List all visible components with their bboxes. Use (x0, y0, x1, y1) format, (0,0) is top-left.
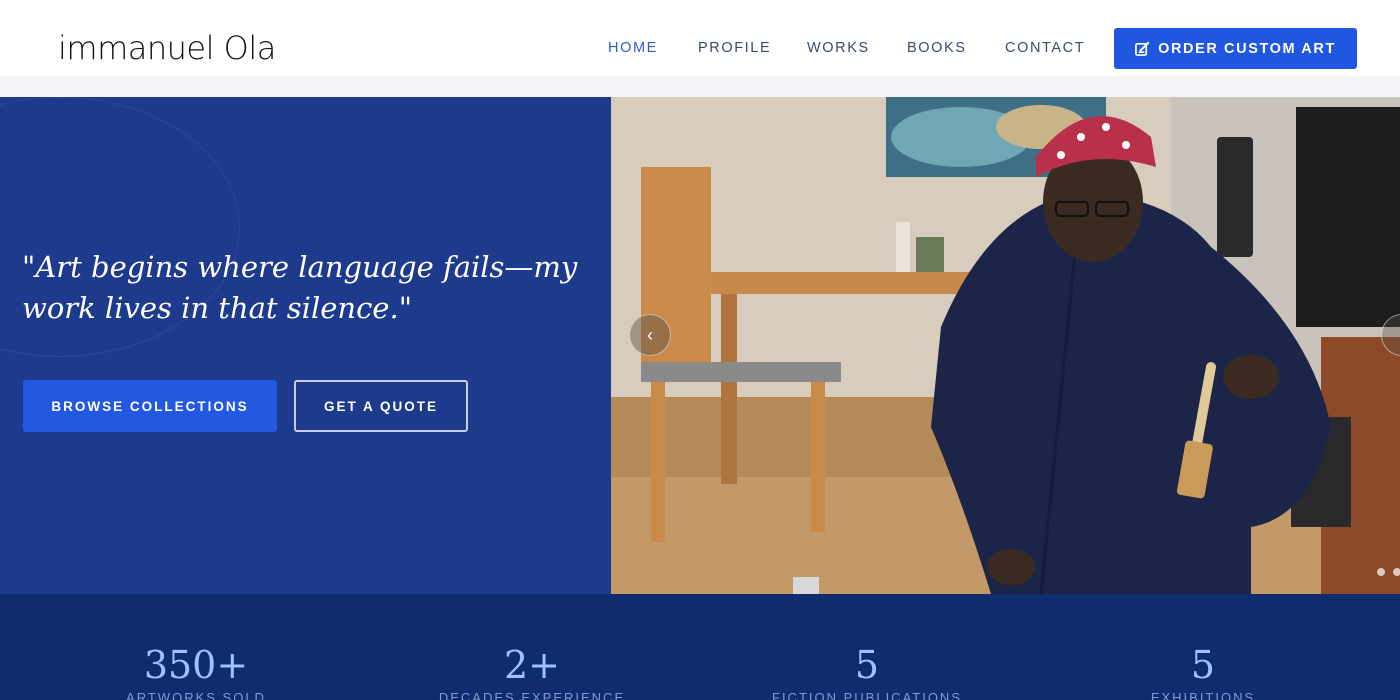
stat-experience: 2+ DECADES EXPERIENCE (382, 642, 682, 700)
hero-panel: "Art begins where language fails—my work… (0, 97, 611, 594)
nav-books[interactable]: BOOKS (907, 36, 967, 60)
stat-artworks: 350+ ARTWORKS SOLD (46, 642, 346, 700)
nav-works[interactable]: WORKS (807, 36, 870, 60)
nav-contact[interactable]: CONTACT (1005, 36, 1085, 60)
stat-publications: 5 FICTION PUBLICATIONS (717, 642, 1017, 700)
stat-value: 350+ (143, 643, 249, 687)
stat-value: 5 (854, 643, 880, 687)
browse-collections-button[interactable]: BROWSE COLLECTIONS (23, 380, 277, 432)
carousel-prev-button[interactable]: ‹ (629, 314, 671, 356)
stat-label: DECADES EXPERIENCE (438, 690, 626, 700)
carousel-dots (1377, 568, 1400, 576)
get-quote-button[interactable]: GET A QUOTE (294, 380, 468, 432)
header-divider (0, 76, 1400, 97)
stat-label: EXHIBITIONS (1150, 690, 1256, 700)
stat-value: 5 (1190, 643, 1216, 687)
hero-quote: "Art begins where language fails—my work… (22, 250, 578, 325)
pen-square-icon (1135, 41, 1150, 56)
nav-home[interactable]: HOME (608, 36, 658, 60)
stats-bar: 350+ ARTWORKS SOLD 2+ DECADES EXPERIENCE… (0, 594, 1400, 700)
order-custom-art-button[interactable]: ORDER CUSTOM ART (1114, 28, 1357, 69)
nav-profile[interactable]: PROFILE (698, 36, 771, 60)
order-custom-art-label: ORDER CUSTOM ART (1158, 40, 1336, 57)
site-header: immanuel Ola HOME PROFILE WORKS BOOKS CO… (0, 0, 1400, 76)
carousel-dot[interactable] (1377, 568, 1385, 576)
carousel-dot[interactable] (1393, 568, 1400, 576)
artist-photo (611, 97, 1400, 594)
stat-label: FICTION PUBLICATIONS (772, 690, 962, 700)
stat-value: 2+ (503, 643, 561, 687)
stat-exhibitions: 5 EXHIBITIONS (1053, 642, 1353, 700)
hero-carousel: ‹ (611, 97, 1400, 594)
stat-label: ARTWORKS SOLD (126, 690, 266, 700)
